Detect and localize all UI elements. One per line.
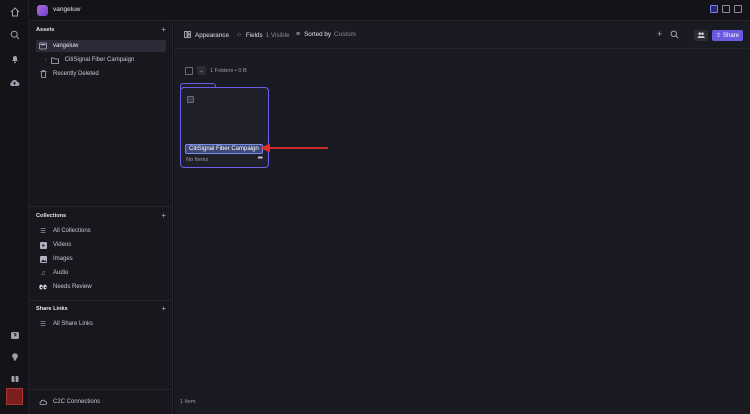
folder-card[interactable]: CitiSignal Fiber Campaign No Items ••• [180, 87, 269, 168]
video-icon [39, 241, 47, 249]
people-button[interactable] [694, 30, 708, 41]
sidebar-divider [29, 300, 173, 301]
sidebar-item-vangeluw[interactable]: vangeluw [36, 40, 166, 52]
add-collection-button[interactable]: + [161, 212, 166, 220]
cloud-upload-icon[interactable] [9, 77, 20, 88]
library-icon [39, 42, 47, 50]
people-icon [697, 31, 705, 40]
left-panel-toggle-icon[interactable] [710, 5, 718, 13]
sidebar-item-all-collections[interactable]: ☰ All Collections [36, 225, 166, 237]
sidebar-item-label: All Collections [53, 228, 91, 234]
share-links-header: Share Links [36, 306, 68, 312]
appearance-icon [184, 31, 191, 40]
sort-label: Sorted by [304, 31, 332, 38]
selection-row: ⌄ 1 Folders • 0 B [185, 66, 247, 75]
cloud-icon [39, 398, 47, 406]
sidebar-item-label: CitiSignal Fiber Campaign [64, 57, 135, 63]
layout-toggles [710, 5, 742, 13]
left-rail [0, 0, 29, 414]
appearance-button[interactable]: Appearance [184, 31, 229, 40]
sidebar-item-label: Images [53, 256, 73, 262]
folder-icon [50, 56, 59, 64]
selection-info: 1 Folders • 0 B [210, 67, 247, 74]
chevron-right-icon[interactable]: › [45, 57, 47, 63]
lightbulb-icon[interactable] [9, 351, 20, 362]
share-label: Share [723, 32, 740, 39]
sidebar-item-label: All Share Links [53, 321, 94, 327]
sidebar-item-videos[interactable]: Videos [36, 239, 166, 251]
sidebar-item-needs-review[interactable]: Needs Review [36, 281, 166, 293]
appearance-label: Appearance [195, 32, 229, 39]
folder-name[interactable]: CitiSignal Fiber Campaign [185, 144, 263, 154]
sidebar-item-recently-deleted[interactable]: Recently Deleted [36, 68, 166, 80]
fields-icon: ⁘ [236, 32, 242, 39]
fields-label: Fields [245, 31, 263, 39]
sort-value: Custom [334, 31, 356, 38]
sidebar-item-label: C2C Connections [53, 399, 101, 405]
fields-count: 1 Visible [265, 31, 290, 39]
assets-header: Assets [36, 27, 55, 33]
add-button[interactable]: + [657, 30, 662, 39]
add-share-link-button[interactable]: + [161, 305, 166, 313]
eyes-icon [39, 283, 47, 291]
chevron-down-icon[interactable]: ⌄ [197, 66, 206, 75]
item-count-footer: 1 Item [180, 399, 196, 405]
workspace-avatar[interactable] [37, 5, 48, 16]
bell-icon[interactable] [9, 53, 20, 64]
sort-icon: ≡ [296, 31, 301, 38]
trash-icon [39, 70, 47, 78]
search-icon[interactable] [670, 30, 679, 41]
share-icon: ⇪ [715, 33, 721, 39]
sidebar-item-audio[interactable]: ♫ Audio [36, 267, 166, 279]
image-icon [39, 255, 47, 263]
select-all-checkbox[interactable] [185, 66, 193, 75]
sidebar-item-c2c-connections[interactable]: C2C Connections [36, 396, 166, 408]
sidebar-item-all-share-links[interactable]: ☰ All Share Links [36, 318, 166, 330]
content-toolbar: Appearance ⁘ Fields 1 Visible ≡ Sorted b… [174, 21, 750, 49]
annotation-arrow [260, 143, 328, 153]
sidebar-item-images[interactable]: Images [36, 253, 166, 265]
split-view-toggle-icon[interactable] [722, 5, 730, 13]
home-icon[interactable] [9, 6, 20, 17]
sidebar: Assets + vangeluw › CitiSignal Fiber Cam… [29, 21, 173, 414]
collections-header: Collections [36, 213, 67, 219]
help-icon[interactable] [9, 330, 20, 341]
share-button[interactable]: ⇪ Share [712, 30, 743, 41]
add-asset-button[interactable]: + [161, 26, 166, 34]
sidebar-item-label: Videos [53, 242, 72, 248]
user-avatar-thumbnail[interactable] [6, 388, 23, 405]
sidebar-divider [29, 389, 173, 390]
more-options-icon[interactable]: ••• [258, 155, 263, 162]
workspace-name[interactable]: vangeluw [53, 6, 80, 13]
sidebar-item-label: vangeluw [53, 43, 79, 49]
top-bar: vangeluw [29, 0, 750, 21]
sidebar-divider [29, 206, 173, 207]
right-panel-toggle-icon[interactable] [734, 5, 742, 13]
search-icon[interactable] [9, 29, 20, 40]
sidebar-item-label: Needs Review [53, 284, 92, 290]
sidebar-item-citisignal-fiber-campaign[interactable]: › CitiSignal Fiber Campaign [45, 54, 166, 66]
fields-button[interactable]: ⁘ Fields 1 Visible [236, 31, 290, 40]
gift-icon[interactable] [9, 372, 20, 383]
list-icon: ☰ [40, 321, 46, 328]
sort-button[interactable]: ≡ Sorted by Custom [296, 31, 356, 38]
folder-item-count: No Items [186, 157, 209, 163]
sidebar-item-label: Recently Deleted [53, 71, 99, 77]
main-content: Appearance ⁘ Fields 1 Visible ≡ Sorted b… [174, 21, 750, 414]
folder-checkbox[interactable] [187, 96, 194, 103]
sidebar-item-label: Audio [53, 270, 69, 276]
audio-icon: ♫ [40, 269, 46, 277]
list-icon: ☰ [40, 228, 46, 235]
